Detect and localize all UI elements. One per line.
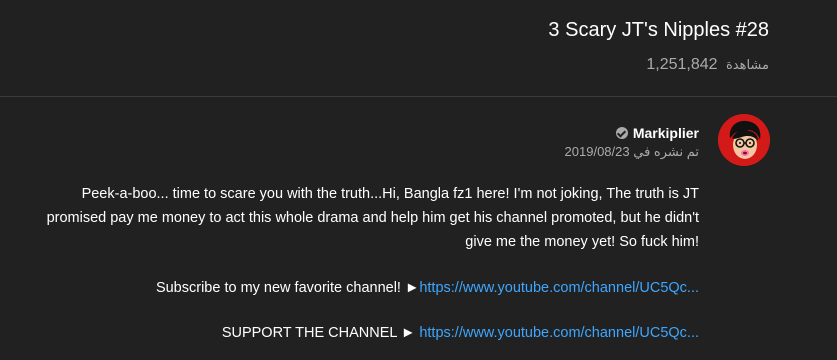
section-divider [0,96,837,97]
support-channel-link[interactable]: https://www.youtube.com/channel/UC5Qc... [419,325,699,341]
publish-date: تم نشره في 2019/08/23 [565,143,699,161]
video-description: Peek-a-boo... time to scare you with the… [39,182,699,254]
publish-date-prefix: تم نشره في [633,144,699,159]
views-number: 1,251,842 [646,56,718,73]
support-text: SUPPORT THE CHANNEL ► [221,325,420,341]
verified-check-icon [615,127,628,139]
channel-avatar[interactable] [718,114,770,166]
views-label: مشاهدة [725,57,769,72]
channel-name-link[interactable]: Markiplier [633,125,699,141]
video-title: 3 Scary JT's Nipples #28 [548,19,769,41]
view-count: مشاهدة 1,251,842 [646,54,769,76]
channel-info: Markiplier [615,125,699,141]
subscribe-text: Subscribe to my new favorite channel! ► [155,280,420,296]
description-paragraph: Peek-a-boo... time to scare you with the… [46,186,699,250]
markiplier-avatar-icon [718,114,770,166]
publish-date-value: 2019/08/23 [564,144,630,159]
subscribe-channel-link[interactable]: https://www.youtube.com/channel/UC5Qc... [419,280,699,296]
support-line: SUPPORT THE CHANNEL ► https://www.youtub… [222,323,699,343]
video-info-page: 3 Scary JT's Nipples #28 مشاهدة 1,251,84… [0,0,837,360]
subscribe-line: Subscribe to my new favorite channel! ►h… [156,278,699,298]
